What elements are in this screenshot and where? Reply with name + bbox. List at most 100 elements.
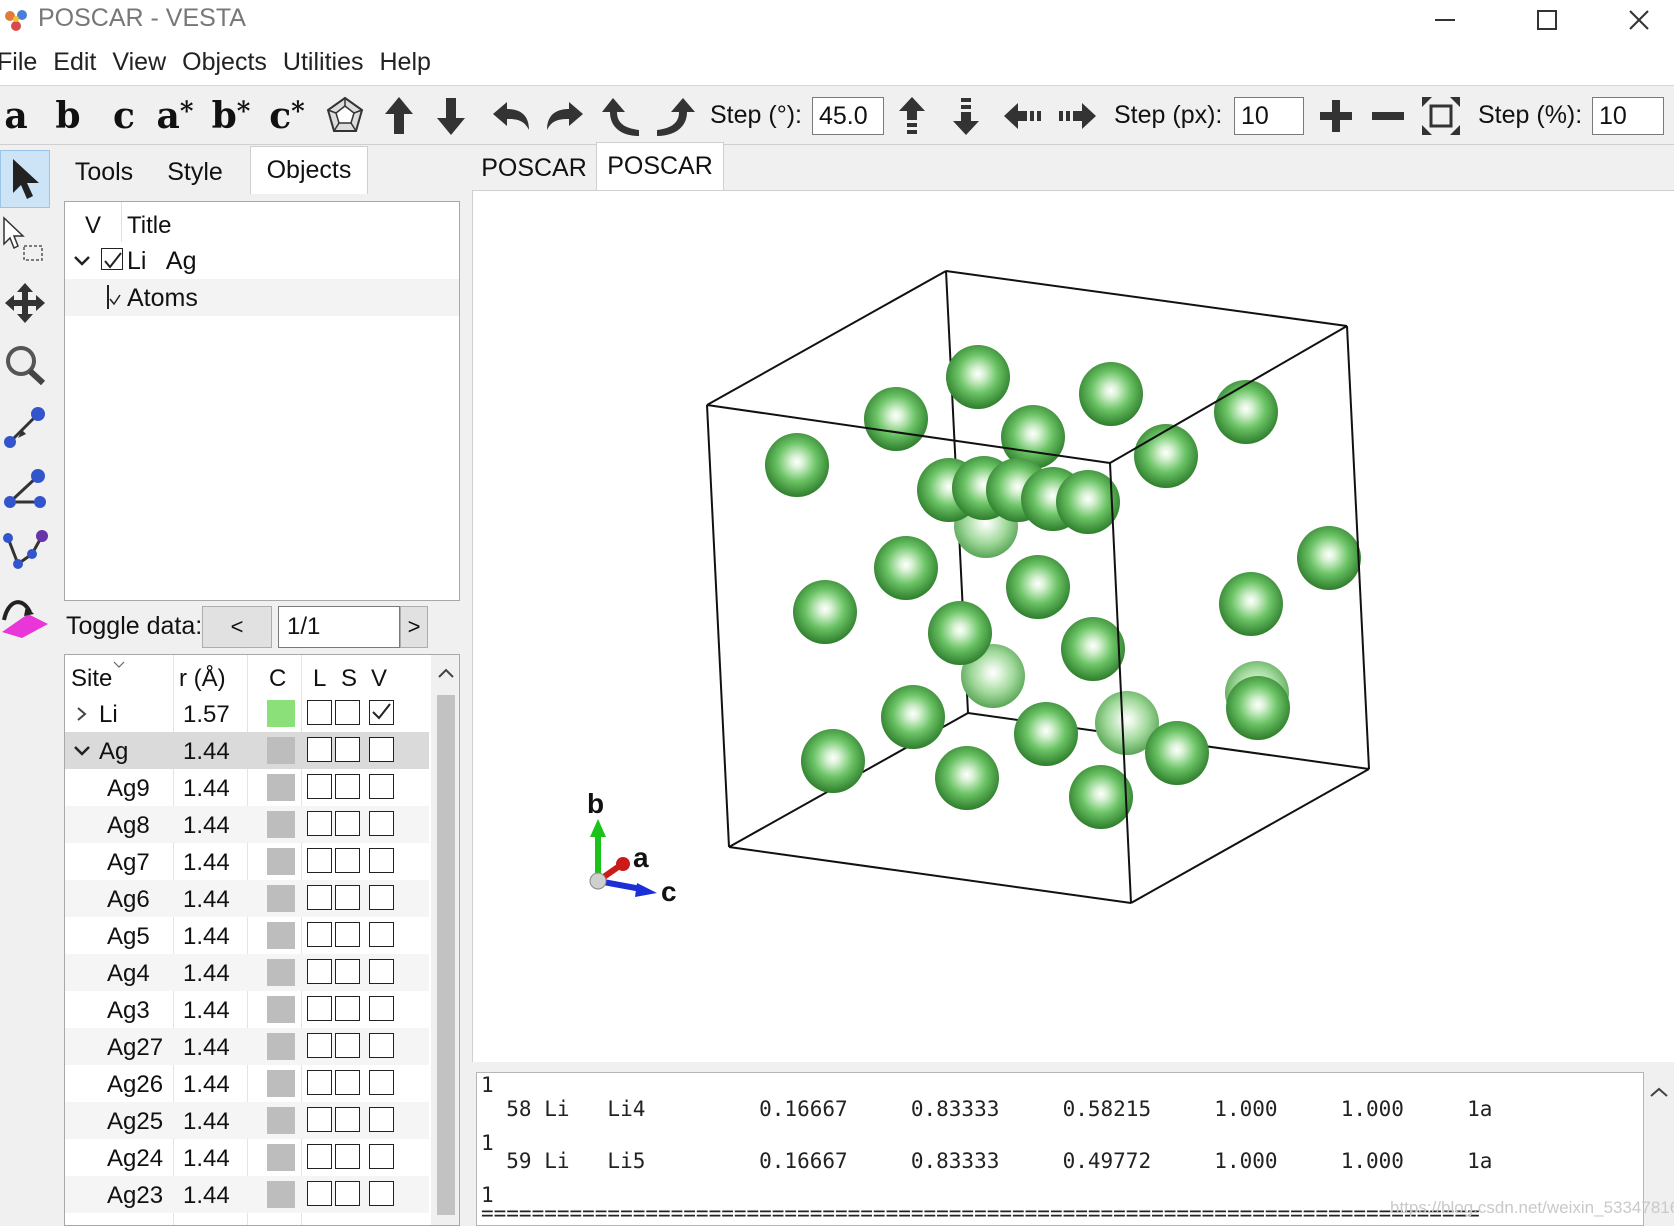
view-along-c-star-button[interactable]: c * (262, 87, 312, 145)
style-checkbox[interactable] (335, 848, 360, 873)
site-table-scrollbar[interactable] (431, 655, 459, 1225)
visible-checkbox[interactable] (369, 1070, 394, 1095)
plane-tool-button[interactable] (0, 584, 50, 642)
visible-checkbox[interactable] (369, 922, 394, 947)
menu-objects[interactable]: Objects (182, 48, 267, 77)
style-checkbox[interactable] (335, 700, 360, 725)
dihedral-tool-button[interactable] (0, 522, 50, 580)
atom-sphere[interactable] (1079, 362, 1143, 426)
col-header-visible[interactable]: V (371, 665, 387, 693)
site-color-swatch[interactable] (267, 1070, 295, 1097)
visible-checkbox[interactable] (369, 959, 394, 984)
style-checkbox[interactable] (335, 737, 360, 762)
move-left-button[interactable] (1000, 87, 1046, 145)
label-checkbox[interactable] (307, 1033, 332, 1058)
visible-checkbox[interactable] (369, 774, 394, 799)
label-checkbox[interactable] (307, 811, 332, 836)
label-checkbox[interactable] (307, 959, 332, 984)
step-pct-input[interactable]: 10 (1592, 97, 1664, 135)
visible-checkbox[interactable] (369, 848, 394, 873)
site-row[interactable]: Ag25 1.44 (65, 1102, 429, 1139)
site-row[interactable]: Ag8 1.44 (65, 806, 429, 843)
chevron-right-icon[interactable] (75, 706, 89, 722)
tree-row-atoms[interactable]: Atoms (65, 279, 459, 316)
scrollbar-thumb[interactable] (437, 695, 455, 1215)
rotate-ccw-button[interactable] (596, 87, 646, 145)
structure-viewport[interactable]: b a c (472, 190, 1674, 1062)
atom-sphere[interactable] (946, 345, 1010, 409)
toggle-next-button[interactable]: > (400, 606, 428, 648)
site-color-swatch[interactable] (267, 1144, 295, 1171)
scroll-up-icon[interactable] (1649, 1086, 1669, 1098)
polyhedron-view-button[interactable] (322, 87, 368, 145)
move-up-button[interactable] (892, 87, 932, 145)
site-color-swatch[interactable] (267, 922, 295, 949)
site-color-swatch[interactable] (267, 959, 295, 986)
site-row[interactable]: Ag6 1.44 (65, 880, 429, 917)
label-checkbox[interactable] (307, 996, 332, 1021)
atom-sphere[interactable] (1145, 721, 1209, 785)
style-checkbox[interactable] (335, 1033, 360, 1058)
tab-style[interactable]: Style (152, 150, 238, 194)
label-checkbox[interactable] (307, 737, 332, 762)
move-right-button[interactable] (1054, 87, 1100, 145)
site-color-swatch[interactable] (267, 1107, 295, 1134)
site-color-swatch[interactable] (267, 774, 295, 801)
visible-checkbox[interactable] (369, 737, 394, 762)
label-checkbox[interactable] (307, 1070, 332, 1095)
tab-tools[interactable]: Tools (60, 150, 148, 194)
view-along-b-button[interactable]: b (48, 87, 88, 145)
step-px-input[interactable]: 10 (1234, 97, 1304, 135)
tab-objects[interactable]: Objects (250, 146, 368, 194)
label-checkbox[interactable] (307, 700, 332, 725)
zoom-in-button[interactable] (1314, 87, 1358, 145)
site-color-swatch[interactable] (267, 885, 295, 912)
select-tool-button[interactable] (0, 150, 50, 208)
visible-checkbox[interactable] (369, 700, 394, 725)
atom-sphere[interactable] (935, 746, 999, 810)
site-row[interactable]: Ag4 1.44 (65, 954, 429, 991)
style-checkbox[interactable] (335, 811, 360, 836)
menu-view[interactable]: View (112, 48, 166, 77)
tree-row-root[interactable]: Li Ag (65, 242, 459, 279)
view-along-a-star-button[interactable]: a * (150, 87, 200, 145)
visible-checkbox[interactable] (369, 885, 394, 910)
col-header-color[interactable]: C (269, 665, 286, 693)
site-color-swatch[interactable] (267, 700, 295, 727)
site-color-swatch[interactable] (267, 1181, 295, 1208)
rotate-up-button[interactable] (376, 87, 422, 145)
crystal-structure-scene[interactable]: b a c (473, 191, 1673, 1061)
fit-to-screen-button[interactable] (1418, 87, 1464, 145)
angle-tool-button[interactable] (0, 460, 50, 518)
menu-file[interactable]: File (0, 48, 37, 77)
maximize-button[interactable] (1502, 0, 1592, 40)
site-row[interactable]: Ag9 1.44 (65, 769, 429, 806)
rotate-left-button[interactable] (486, 87, 536, 145)
toggle-prev-button[interactable]: < (202, 606, 272, 648)
label-checkbox[interactable] (307, 1107, 332, 1132)
chevron-down-icon[interactable] (73, 744, 91, 758)
menu-help[interactable]: Help (379, 48, 430, 77)
scroll-up-icon[interactable] (437, 667, 455, 679)
label-checkbox[interactable] (307, 922, 332, 947)
atom-sphere[interactable] (801, 729, 865, 793)
view-along-c-button[interactable]: c (104, 87, 144, 145)
atom-sphere[interactable] (1014, 702, 1078, 766)
atom-sphere[interactable] (1297, 526, 1361, 590)
col-header-label[interactable]: L (313, 665, 326, 693)
site-color-swatch[interactable] (267, 996, 295, 1023)
visible-checkbox[interactable] (369, 811, 394, 836)
tab-poscar-1[interactable]: POSCAR (476, 146, 592, 190)
translate-tool-button[interactable] (0, 274, 50, 332)
col-header-radius[interactable]: r (Å) (179, 665, 226, 693)
minimize-button[interactable] (1400, 0, 1490, 40)
atom-sphere[interactable] (1226, 676, 1290, 740)
site-row[interactable]: Ag3 1.44 (65, 991, 429, 1028)
chevron-down-icon[interactable] (73, 252, 91, 270)
view-along-a-button[interactable]: a (0, 87, 32, 145)
close-button[interactable] (1594, 0, 1674, 40)
atom-sphere[interactable] (1006, 555, 1070, 619)
visible-checkbox[interactable] (369, 1144, 394, 1169)
style-checkbox[interactable] (335, 959, 360, 984)
atom-sphere[interactable] (881, 685, 945, 749)
